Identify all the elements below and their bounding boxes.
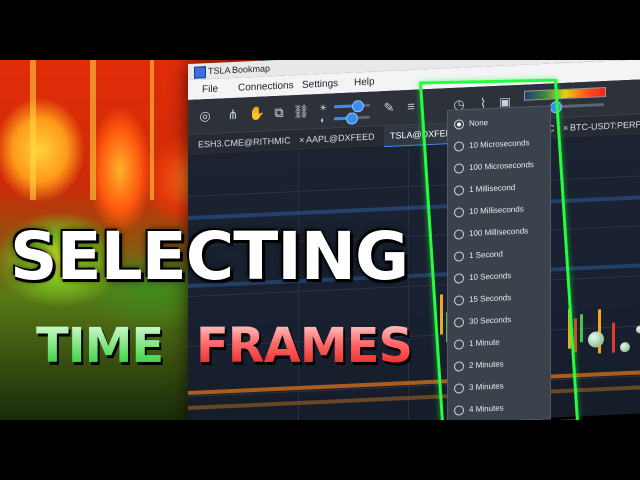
menu-help[interactable]: Help bbox=[354, 77, 375, 89]
headline-word-time: TIME bbox=[36, 318, 164, 374]
app-logo-icon bbox=[194, 66, 206, 79]
letterbox-bottom bbox=[0, 420, 640, 480]
link-icon[interactable]: ⛓ bbox=[292, 102, 310, 121]
hand-icon[interactable]: ✋ bbox=[248, 104, 266, 123]
headline-line1: SELECTING bbox=[10, 218, 409, 295]
tab-label: ESH3.CME@RITHMIC bbox=[198, 135, 291, 150]
tab-btc[interactable]: BTC-USDT:PERP bbox=[564, 114, 640, 138]
share-icon[interactable]: ⋔ bbox=[224, 106, 242, 125]
heatmap-stripe bbox=[30, 60, 36, 200]
thumbnail: TSLA Bookmap File Connections Settings H… bbox=[0, 0, 640, 480]
tab-label: BTC-USDT:PERP bbox=[570, 119, 640, 133]
headline-word-frames: FRAMES bbox=[196, 318, 413, 374]
brightness-slider[interactable] bbox=[334, 100, 370, 113]
letterbox-top bbox=[0, 0, 640, 60]
window-ticker: TSLA bbox=[208, 65, 231, 77]
heatmap-stripe bbox=[90, 60, 96, 200]
heatmap-stripe bbox=[150, 60, 154, 200]
headline-line2: TIME FRAMES bbox=[0, 318, 640, 378]
menu-settings[interactable]: Settings bbox=[302, 78, 338, 91]
puzzle-icon[interactable]: ⧉ bbox=[270, 103, 288, 122]
menu-file[interactable]: File bbox=[202, 84, 218, 96]
focus-icon[interactable]: ◎ bbox=[196, 107, 214, 126]
window-app-name: Bookmap bbox=[232, 63, 271, 76]
pencil-icon[interactable]: ✎ bbox=[380, 98, 398, 117]
liquidity-band bbox=[188, 194, 640, 220]
contrast-slider[interactable] bbox=[334, 112, 370, 125]
contrast-icon: ◐ bbox=[320, 114, 326, 125]
list-icon[interactable]: ≡ bbox=[402, 97, 420, 116]
menu-connections[interactable]: Connections bbox=[238, 80, 294, 94]
tab-label: AAPL@DXFEED bbox=[306, 131, 375, 145]
